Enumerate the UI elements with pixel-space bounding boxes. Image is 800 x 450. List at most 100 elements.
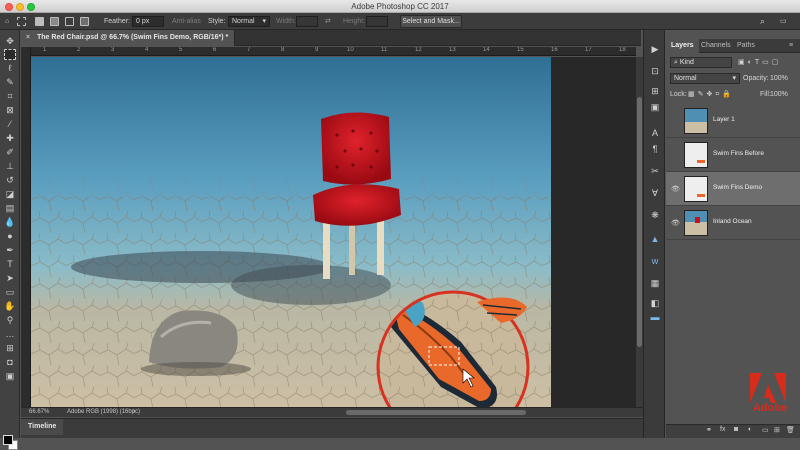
eye-icon[interactable]: 👁 xyxy=(671,219,680,227)
opacity-label: Opacity: xyxy=(743,75,769,82)
tool-presets-icon[interactable]: ✂ xyxy=(649,166,661,177)
height-input[interactable] xyxy=(366,16,388,27)
lock-options-icons[interactable]: ▦✎✥⌗🔒 xyxy=(688,90,734,99)
mask-icon[interactable]: ◙ xyxy=(734,426,738,433)
layer-thumbnail xyxy=(684,142,708,168)
blur-tool-icon[interactable]: 💧 xyxy=(4,217,16,228)
play-icon[interactable]: ▶ xyxy=(649,44,661,55)
blend-mode-select[interactable]: Normal ▾ xyxy=(670,73,740,84)
healing-brush-icon[interactable]: ✚ xyxy=(4,133,16,144)
color-icon[interactable]: ▣ xyxy=(649,102,661,113)
character-icon[interactable]: A xyxy=(649,128,661,139)
color-profile[interactable]: Adobe RGB (1998) (16bpc) xyxy=(67,408,140,417)
eraser-icon[interactable]: ◪ xyxy=(4,189,16,200)
layer-row[interactable]: Layer 1 xyxy=(666,104,800,138)
add-selection-icon[interactable] xyxy=(50,17,59,26)
layer-row[interactable]: 👁 Inland Ocean xyxy=(666,206,800,240)
ruler-tick: 11 xyxy=(381,47,388,53)
document-canvas[interactable] xyxy=(31,57,636,407)
fx-icon[interactable]: fx xyxy=(720,426,725,433)
history-brush-icon[interactable]: ↺ xyxy=(4,175,16,186)
marquee-tool-icon[interactable] xyxy=(4,49,16,60)
glyphs-icon[interactable]: Ɐ xyxy=(649,188,661,199)
folder-icon[interactable]: ▭ xyxy=(762,426,769,434)
ruler-tick: 1 xyxy=(43,47,47,53)
adjustments-icon[interactable]: w xyxy=(649,256,661,267)
layer-row[interactable]: Swim Fins Before xyxy=(666,138,800,172)
type-tool-icon[interactable]: T xyxy=(4,259,16,270)
layer-row[interactable]: 👁 Swim Fins Demo xyxy=(666,172,800,206)
move-tool-icon[interactable]: ✥ xyxy=(4,36,16,47)
tab-channels[interactable]: Channels xyxy=(696,39,736,53)
width-input[interactable] xyxy=(296,16,318,27)
dodge-tool-icon[interactable]: ● xyxy=(4,231,16,242)
navigator-icon[interactable]: ▬ xyxy=(649,312,661,323)
screen-mode-icon[interactable]: ▣ xyxy=(4,371,16,382)
more-tools-icon[interactable]: … xyxy=(4,329,16,340)
new-selection-icon[interactable] xyxy=(35,17,44,26)
path-select-icon[interactable]: ➤ xyxy=(4,273,16,284)
blend-mode-value: Normal xyxy=(674,75,697,82)
vertical-scrollbar[interactable] xyxy=(636,57,643,407)
status-menu-icon[interactable]: › xyxy=(133,408,135,417)
foreground-color-swatch[interactable] xyxy=(3,435,13,445)
edit-toolbar-icon[interactable]: ⊞ xyxy=(4,343,16,354)
select-and-mask-button[interactable]: Select and Mask... xyxy=(400,15,462,28)
quick-select-icon[interactable]: ✎ xyxy=(4,77,16,88)
history-icon[interactable]: ⊡ xyxy=(649,66,661,77)
gradient-tool-icon[interactable]: ▤ xyxy=(4,203,16,214)
opacity-value[interactable]: 100% xyxy=(770,75,788,82)
eye-icon[interactable]: 👁 xyxy=(671,185,680,193)
new-layer-icon[interactable]: ⊞ xyxy=(774,426,780,434)
home-icon[interactable]: ⌂ xyxy=(5,16,9,27)
fill-value[interactable]: 100% xyxy=(770,91,788,98)
actions-icon[interactable]: ⊞ xyxy=(649,86,661,97)
subtract-selection-icon[interactable] xyxy=(65,17,74,26)
crop-tool-icon[interactable]: ⌗ xyxy=(4,91,16,102)
zoom-readout[interactable]: 66.67% xyxy=(29,408,49,417)
antialias-checkbox[interactable]: Anti-alias xyxy=(172,16,201,27)
layer-filter-select[interactable]: ⌕ Kind xyxy=(670,57,732,68)
style-select[interactable]: Normal ▾ xyxy=(228,16,270,27)
libraries-icon[interactable]: ▲ xyxy=(649,234,661,245)
lasso-tool-icon[interactable]: ℓ xyxy=(4,63,16,74)
layer-thumbnail xyxy=(684,108,708,134)
ruler-tick: 2 xyxy=(77,47,81,53)
tab-layers[interactable]: Layers xyxy=(666,39,699,53)
layer-name: Swim Fins Demo xyxy=(713,184,763,191)
adjustment-icon[interactable]: ◐ xyxy=(748,426,752,433)
panel-icon-strip: ▶ ⊡ ⊞ ▣ A ¶ ✂ Ɐ ❋ ▲ w ▦ ◧ ▬ xyxy=(643,30,665,438)
styles-icon[interactable]: ◧ xyxy=(649,298,661,309)
timeline-tab[interactable]: Timeline xyxy=(21,419,64,435)
eyedropper-icon[interactable]: ⁄ xyxy=(4,119,16,130)
brush-settings-icon[interactable]: ❋ xyxy=(649,210,661,221)
link-icon[interactable]: ⚭ xyxy=(706,426,712,434)
pen-tool-icon[interactable]: ✒ xyxy=(4,245,16,256)
workspace-icon[interactable]: ▭ xyxy=(780,16,787,27)
paragraph-icon[interactable]: ¶ xyxy=(649,144,661,155)
swap-dimensions-icon[interactable]: ⇄ xyxy=(325,16,331,27)
frame-tool-icon[interactable]: ⊠ xyxy=(4,105,16,116)
app-title: Adobe Photoshop CC 2017 xyxy=(351,2,449,11)
filter-type-icons[interactable]: ▣◐T▭▢ xyxy=(738,58,796,66)
tab-paths[interactable]: Paths xyxy=(732,39,760,53)
title-bar: Adobe Photoshop CC 2017 xyxy=(0,0,800,13)
zoom-tool-icon[interactable]: ⚲ xyxy=(4,315,16,326)
clone-stamp-icon[interactable]: ⊥ xyxy=(4,161,16,172)
feather-input[interactable]: 0 px xyxy=(132,16,164,27)
search-icon[interactable]: ⌕ xyxy=(760,16,765,27)
trash-icon[interactable]: 🗑 xyxy=(786,426,795,434)
layer-name: Inland Ocean xyxy=(713,218,752,225)
shape-tool-icon[interactable]: ▭ xyxy=(4,287,16,298)
vertical-scroll-thumb[interactable] xyxy=(637,97,642,347)
hand-tool-icon[interactable]: ✋ xyxy=(4,301,16,312)
marquee-preset-icon[interactable] xyxy=(17,17,26,26)
intersect-selection-icon[interactable] xyxy=(80,17,89,26)
panel-menu-icon[interactable]: ≡ xyxy=(784,39,798,53)
document-tab[interactable]: × The Red Chair.psd @ 66.7% (Swim Fins D… xyxy=(21,30,236,46)
close-tab-icon[interactable]: × xyxy=(26,30,30,46)
quick-mask-icon[interactable]: ◘ xyxy=(4,357,16,368)
brush-tool-icon[interactable]: ✐ xyxy=(4,147,16,158)
swatches-icon[interactable]: ▦ xyxy=(649,278,661,289)
horizontal-scroll-thumb[interactable] xyxy=(346,410,526,415)
